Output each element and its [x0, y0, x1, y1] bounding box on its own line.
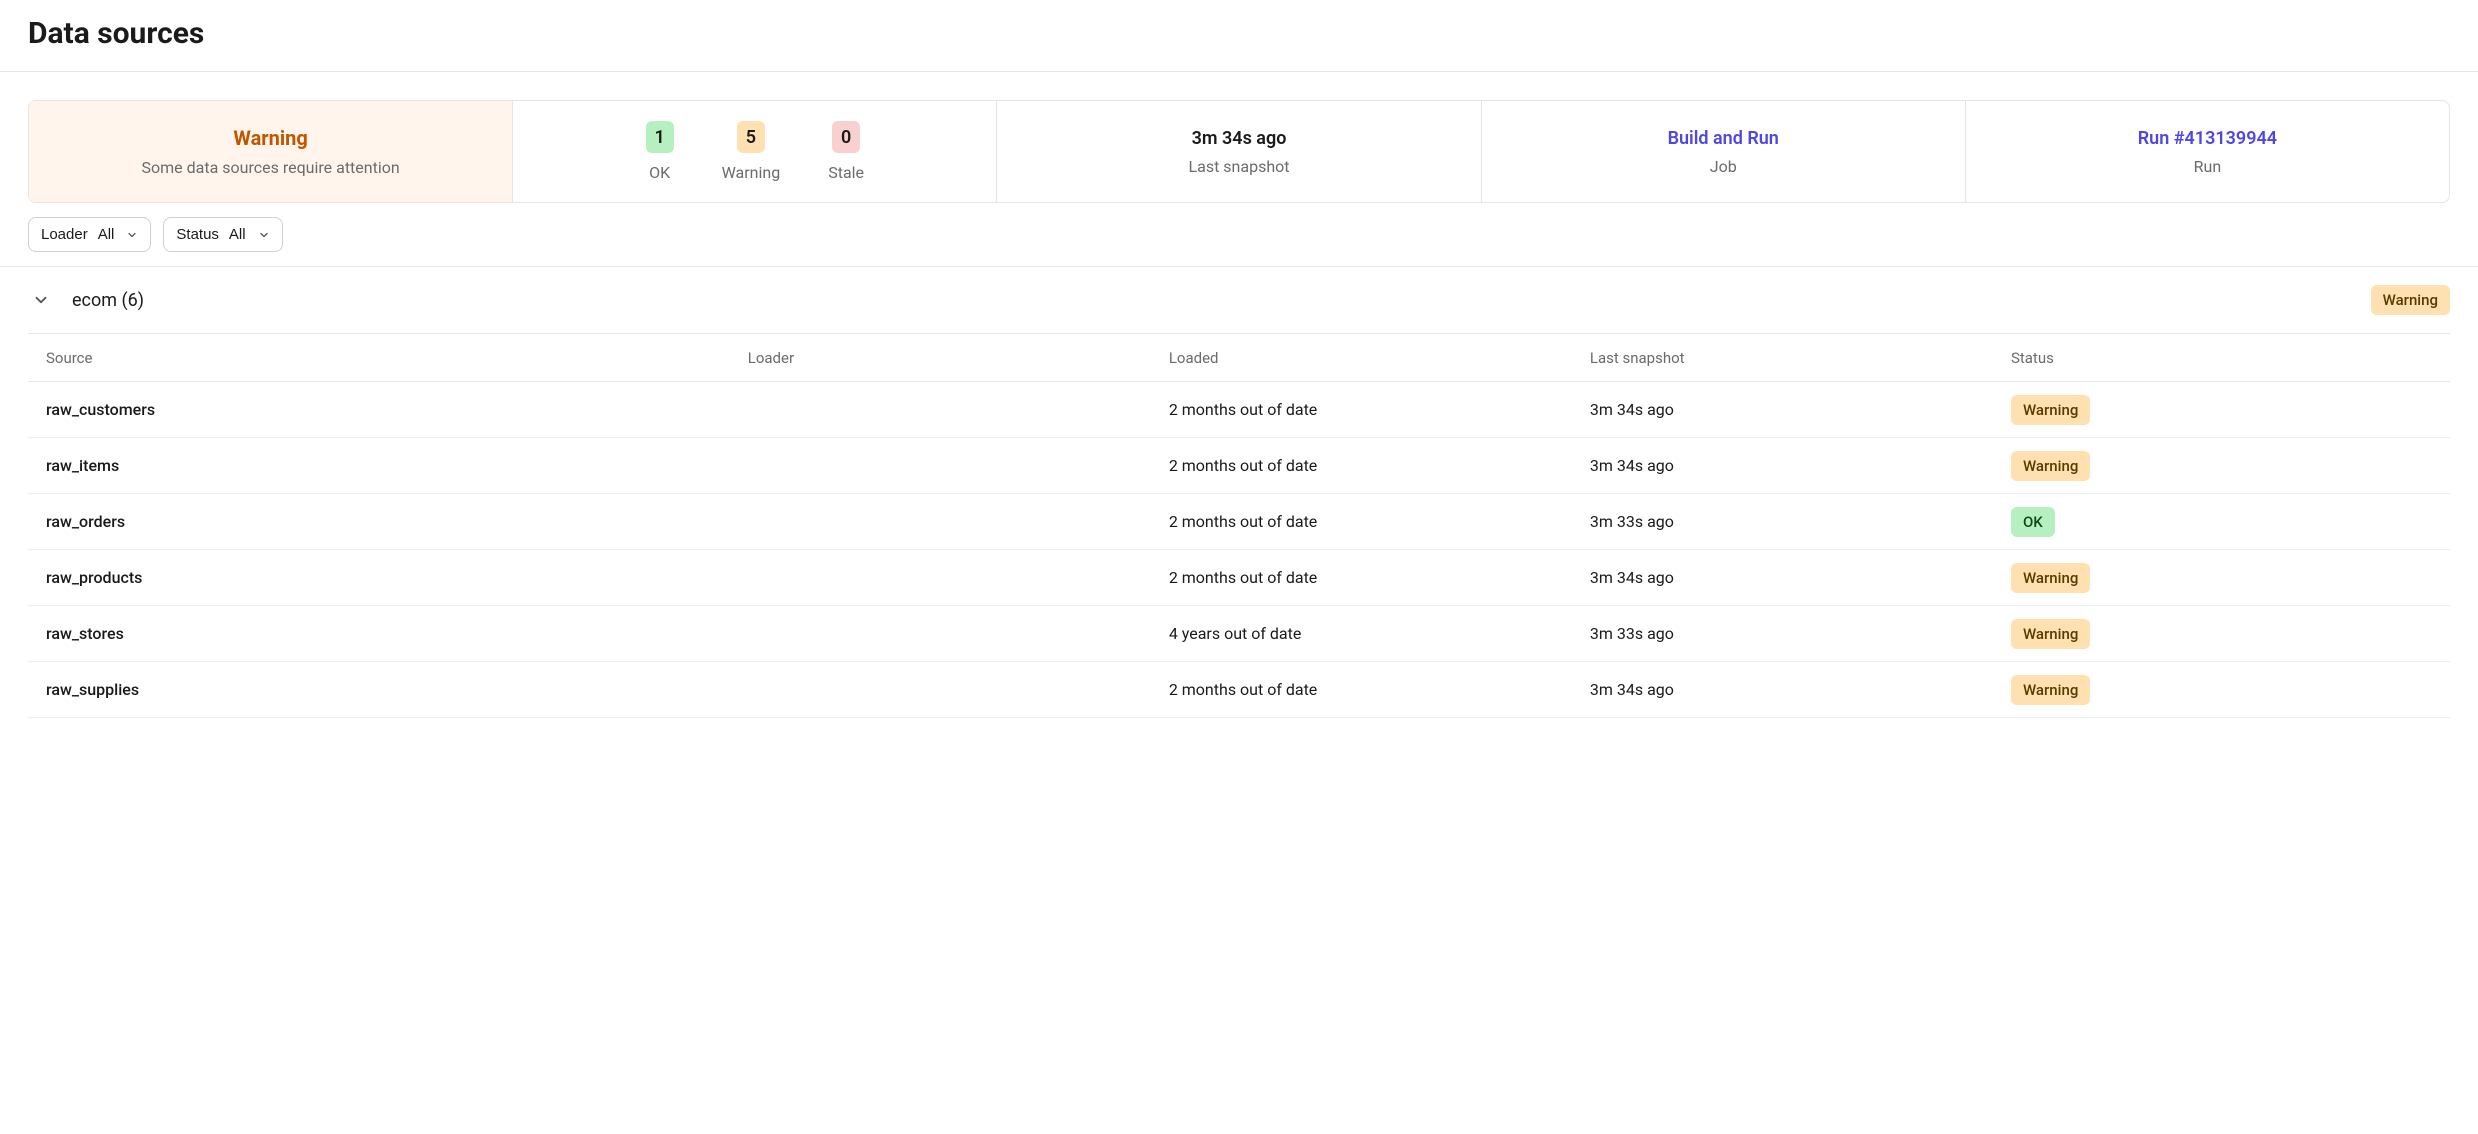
filter-loader-name: Loader: [41, 226, 88, 243]
count-stale-label: Stale: [828, 163, 864, 182]
count-stale-value: 0: [832, 121, 860, 153]
cell-source: raw_orders: [46, 512, 748, 531]
status-pill: OK: [2011, 507, 2055, 537]
summary-status-subtitle: Some data sources require attention: [142, 158, 400, 177]
chevron-down-icon: [32, 291, 50, 309]
cell-last-snapshot: 3m 34s ago: [1590, 400, 2011, 419]
cell-source: raw_stores: [46, 624, 748, 643]
cell-status: Warning: [2011, 563, 2432, 593]
filter-status-name: Status: [176, 226, 219, 243]
cell-loaded: 2 months out of date: [1169, 680, 1590, 699]
summary-job-label: Job: [1710, 157, 1737, 176]
summary-last-snapshot-value: 3m 34s ago: [1192, 128, 1287, 149]
table-row[interactable]: raw_products 2 months out of date3m 34s a…: [28, 550, 2450, 606]
chevron-down-icon: [258, 229, 270, 241]
col-status: Status: [2011, 349, 2432, 367]
count-warning-label: Warning: [722, 163, 781, 182]
col-last-snapshot: Last snapshot: [1590, 349, 2011, 367]
summary-status-card: Warning Some data sources require attent…: [29, 101, 513, 202]
cell-loaded: 2 months out of date: [1169, 400, 1590, 419]
cell-last-snapshot: 3m 34s ago: [1590, 680, 2011, 699]
chevron-down-icon: [126, 229, 138, 241]
cell-last-snapshot: 3m 33s ago: [1590, 624, 2011, 643]
col-loader: Loader: [748, 349, 1169, 367]
group-expand-button[interactable]: [28, 287, 54, 313]
group-header: ecom (6) Warning: [0, 267, 2478, 333]
cell-status: Warning: [2011, 619, 2432, 649]
table-row[interactable]: raw_stores 4 years out of date3m 33s agoW…: [28, 606, 2450, 662]
table-row[interactable]: raw_orders 2 months out of date3m 33s ago…: [28, 494, 2450, 550]
summary-job-link[interactable]: Build and Run: [1668, 128, 1779, 149]
cell-loaded: 2 months out of date: [1169, 512, 1590, 531]
count-warning-value: 5: [737, 121, 765, 153]
group-section: ecom (6) Warning Source Loader Loaded La…: [0, 266, 2478, 718]
sources-table: Source Loader Loaded Last snapshot Statu…: [28, 333, 2450, 718]
summary-run-link[interactable]: Run #413139944: [2138, 128, 2277, 149]
filter-status[interactable]: Status All: [163, 217, 282, 252]
cell-status: OK: [2011, 507, 2432, 537]
group-status-pill: Warning: [2371, 285, 2450, 315]
table-row[interactable]: raw_customers 2 months out of date3m 34s …: [28, 382, 2450, 438]
summary-last-snapshot-card: 3m 34s ago Last snapshot: [997, 101, 1481, 202]
status-pill: Warning: [2011, 563, 2090, 593]
summary-row: Warning Some data sources require attent…: [28, 100, 2450, 203]
status-pill: Warning: [2011, 675, 2090, 705]
count-stale: 0 Stale: [828, 121, 864, 182]
summary-last-snapshot-label: Last snapshot: [1189, 157, 1290, 176]
status-pill: Warning: [2011, 619, 2090, 649]
count-ok-value: 1: [646, 121, 674, 153]
filters-row: Loader All Status All: [0, 203, 2478, 266]
col-source: Source: [46, 349, 748, 367]
count-warning: 5 Warning: [722, 121, 781, 182]
cell-loaded: 2 months out of date: [1169, 568, 1590, 587]
page-title: Data sources: [28, 16, 2450, 51]
cell-source: raw_items: [46, 456, 748, 475]
col-loaded: Loaded: [1169, 349, 1590, 367]
cell-last-snapshot: 3m 34s ago: [1590, 456, 2011, 475]
cell-status: Warning: [2011, 395, 2432, 425]
filter-loader[interactable]: Loader All: [28, 217, 151, 252]
summary-run-card: Run #413139944 Run: [1966, 101, 2449, 202]
cell-last-snapshot: 3m 34s ago: [1590, 568, 2011, 587]
filter-status-value: All: [229, 226, 246, 243]
count-ok: 1 OK: [646, 121, 674, 182]
cell-status: Warning: [2011, 675, 2432, 705]
table-row[interactable]: raw_items 2 months out of date3m 34s agoW…: [28, 438, 2450, 494]
summary-job-card: Build and Run Job: [1482, 101, 1966, 202]
summary-counts-card: 1 OK 5 Warning 0 Stale: [513, 101, 997, 202]
cell-last-snapshot: 3m 33s ago: [1590, 512, 2011, 531]
summary-status-title: Warning: [233, 126, 307, 150]
table-head: Source Loader Loaded Last snapshot Statu…: [28, 334, 2450, 382]
status-pill: Warning: [2011, 451, 2090, 481]
cell-loaded: 2 months out of date: [1169, 456, 1590, 475]
cell-source: raw_customers: [46, 400, 748, 419]
page-header: Data sources: [0, 0, 2478, 72]
cell-loaded: 4 years out of date: [1169, 624, 1590, 643]
filter-loader-value: All: [98, 226, 115, 243]
group-name: ecom (6): [72, 290, 144, 311]
table-row[interactable]: raw_supplies 2 months out of date3m 34s a…: [28, 662, 2450, 718]
cell-status: Warning: [2011, 451, 2432, 481]
count-ok-label: OK: [649, 163, 670, 182]
status-pill: Warning: [2011, 395, 2090, 425]
cell-source: raw_supplies: [46, 680, 748, 699]
summary-run-label: Run: [2194, 157, 2222, 176]
cell-source: raw_products: [46, 568, 748, 587]
